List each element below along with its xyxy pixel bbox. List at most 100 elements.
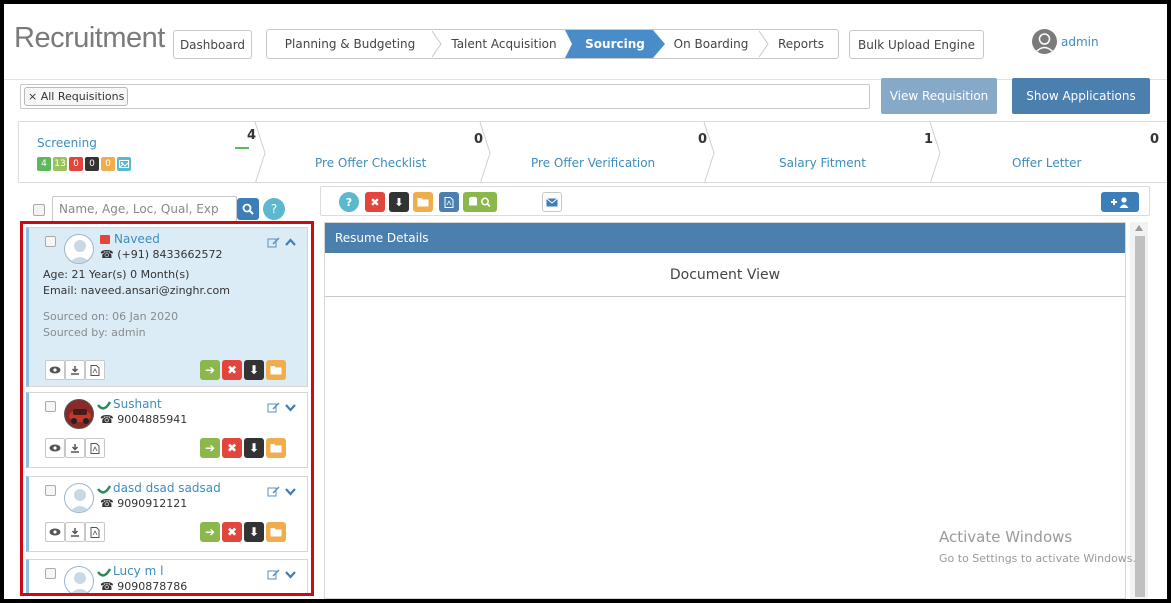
user-menu[interactable]: admin (1032, 29, 1099, 54)
folder-icon[interactable] (266, 522, 286, 542)
watermark-subtitle: Go to Settings to activate Windows. (939, 552, 1137, 565)
requisition-filter[interactable]: × All Requisitions (20, 84, 870, 109)
view-icon[interactable] (45, 522, 65, 542)
view-requisition-button[interactable]: View Requisition (881, 78, 997, 114)
status-check-icon (97, 401, 111, 410)
reject-icon[interactable]: ✖ (222, 522, 242, 542)
help-icon[interactable]: ? (339, 192, 359, 212)
pdf-icon[interactable] (439, 192, 459, 212)
arrow-down-icon[interactable]: ⬇ (389, 192, 409, 212)
help-icon[interactable]: ? (263, 198, 285, 220)
step-sourcing[interactable]: Sourcing (565, 30, 665, 58)
candidate-checkbox[interactable] (45, 485, 56, 496)
step-reports[interactable]: Reports (765, 30, 837, 58)
select-all-checkbox[interactable] (33, 204, 45, 216)
download-icon[interactable] (65, 522, 85, 542)
reject-icon[interactable]: ✖ (222, 438, 242, 458)
pdf-icon[interactable] (85, 360, 105, 380)
pdf-icon[interactable] (85, 522, 105, 542)
candidate-checkbox[interactable] (45, 568, 56, 579)
candidate-name[interactable]: dasd dsad sadsad (113, 481, 221, 495)
candidate-phone: ☎ (+91) 8433662572 (100, 248, 222, 261)
folder-icon[interactable] (413, 192, 433, 212)
show-applications-button[interactable]: Show Applications (1012, 78, 1150, 114)
badge[interactable]: 0 (69, 157, 83, 171)
edit-icon[interactable] (267, 401, 280, 414)
reject-icon[interactable]: ✖ (222, 360, 242, 380)
search-button[interactable] (237, 198, 259, 220)
email-label: Email: (43, 284, 78, 297)
arrow-down-icon[interactable]: ⬇ (244, 360, 264, 380)
download-icon[interactable] (65, 438, 85, 458)
arrow-down-icon[interactable]: ⬇ (244, 438, 264, 458)
reject-icon[interactable]: ✖ (365, 192, 385, 212)
badge[interactable]: 13 (53, 157, 67, 171)
phone-icon: ☎ (100, 497, 114, 510)
resume-header: Resume Details (325, 223, 1125, 253)
count-underline (235, 147, 249, 149)
folder-icon[interactable] (266, 360, 286, 380)
status-check-icon (97, 568, 111, 577)
candidate-card[interactable]: Naveed ☎ (+91) 8433662572 Age: 21 Year(s… (26, 227, 308, 387)
edit-icon[interactable] (267, 485, 280, 498)
stage-count: 0 (1150, 132, 1160, 147)
candidate-checkbox[interactable] (45, 236, 56, 247)
view-icon[interactable] (45, 360, 65, 380)
badge[interactable]: 4 (37, 157, 51, 171)
database-search-icon[interactable] (463, 192, 497, 212)
add-user-icon[interactable] (1101, 192, 1139, 212)
requisition-tag[interactable]: × All Requisitions (24, 87, 129, 106)
expand-chevron-down-icon[interactable] (284, 485, 297, 498)
expand-chevron-down-icon[interactable] (284, 401, 297, 414)
edit-icon[interactable] (267, 568, 280, 581)
age-label: Age: (43, 268, 68, 281)
document-view-title: Document View (325, 253, 1125, 297)
app-header: Recruitment Dashboard Planning & Budgeti… (4, 4, 1167, 80)
stage-label: Screening (37, 136, 97, 150)
bulk-upload-button[interactable]: Bulk Upload Engine (849, 30, 984, 59)
flag-icon (100, 235, 110, 244)
email-icon[interactable] (542, 192, 562, 212)
candidate-card[interactable]: dasd dsad sadsad ☎ 9090912121 ➔ ✖ ⬇ (26, 476, 308, 552)
move-forward-icon[interactable]: ➔ (200, 522, 220, 542)
scroll-thumb[interactable] (1135, 236, 1145, 597)
candidate-age: Age: 21 Year(s) 0 Month(s) (43, 268, 189, 281)
move-forward-icon[interactable]: ➔ (200, 360, 220, 380)
candidate-card[interactable]: Sushant ☎ 9004885941 ➔ ✖ ⬇ (26, 392, 308, 468)
user-name: admin (1061, 34, 1099, 49)
candidate-card[interactable]: Lucy m l ☎ 9090878786 (26, 559, 308, 593)
candidate-checkbox[interactable] (45, 401, 56, 412)
view-icon[interactable] (45, 438, 65, 458)
stage-label: Pre Offer Verification (531, 156, 656, 170)
process-steps: Planning & Budgeting Talent Acquisition … (266, 29, 839, 59)
step-talent-acquisition[interactable]: Talent Acquisition (439, 30, 569, 58)
dashboard-button[interactable]: Dashboard (173, 30, 252, 59)
pdf-icon[interactable] (85, 438, 105, 458)
candidate-name[interactable]: Naveed (114, 232, 160, 246)
folder-icon[interactable] (266, 438, 286, 458)
move-forward-icon[interactable]: ➔ (200, 438, 220, 458)
candidate-phone: ☎ 9004885941 (100, 413, 187, 426)
step-on-boarding[interactable]: On Boarding (665, 30, 757, 58)
candidate-name[interactable]: Sushant (113, 397, 162, 411)
candidate-list: Naveed ☎ (+91) 8433662572 Age: 21 Year(s… (20, 221, 314, 596)
expand-chevron-down-icon[interactable] (284, 568, 297, 581)
candidate-name[interactable]: Lucy m l (113, 564, 163, 578)
phone-icon: ☎ (100, 413, 114, 426)
resume-scrollbar[interactable] (1130, 222, 1148, 599)
download-icon[interactable] (65, 360, 85, 380)
step-planning-budgeting[interactable]: Planning & Budgeting (267, 30, 433, 58)
arrow-down-icon[interactable]: ⬇ (244, 522, 264, 542)
stage-label: Salary Fitment (779, 156, 866, 170)
candidate-search-input[interactable] (52, 196, 237, 222)
image-icon[interactable] (117, 157, 131, 171)
status-check-icon (97, 485, 111, 494)
watermark-title: Activate Windows (939, 528, 1073, 546)
collapse-chevron-up-icon[interactable] (284, 236, 297, 249)
badge[interactable]: 0 (101, 157, 115, 171)
candidate-avatar (64, 483, 94, 513)
edit-icon[interactable] (267, 236, 280, 249)
scroll-up-icon[interactable] (1135, 225, 1143, 231)
badge[interactable]: 0 (85, 157, 99, 171)
sourced-on: Sourced on: 06 Jan 2020 (43, 310, 179, 323)
